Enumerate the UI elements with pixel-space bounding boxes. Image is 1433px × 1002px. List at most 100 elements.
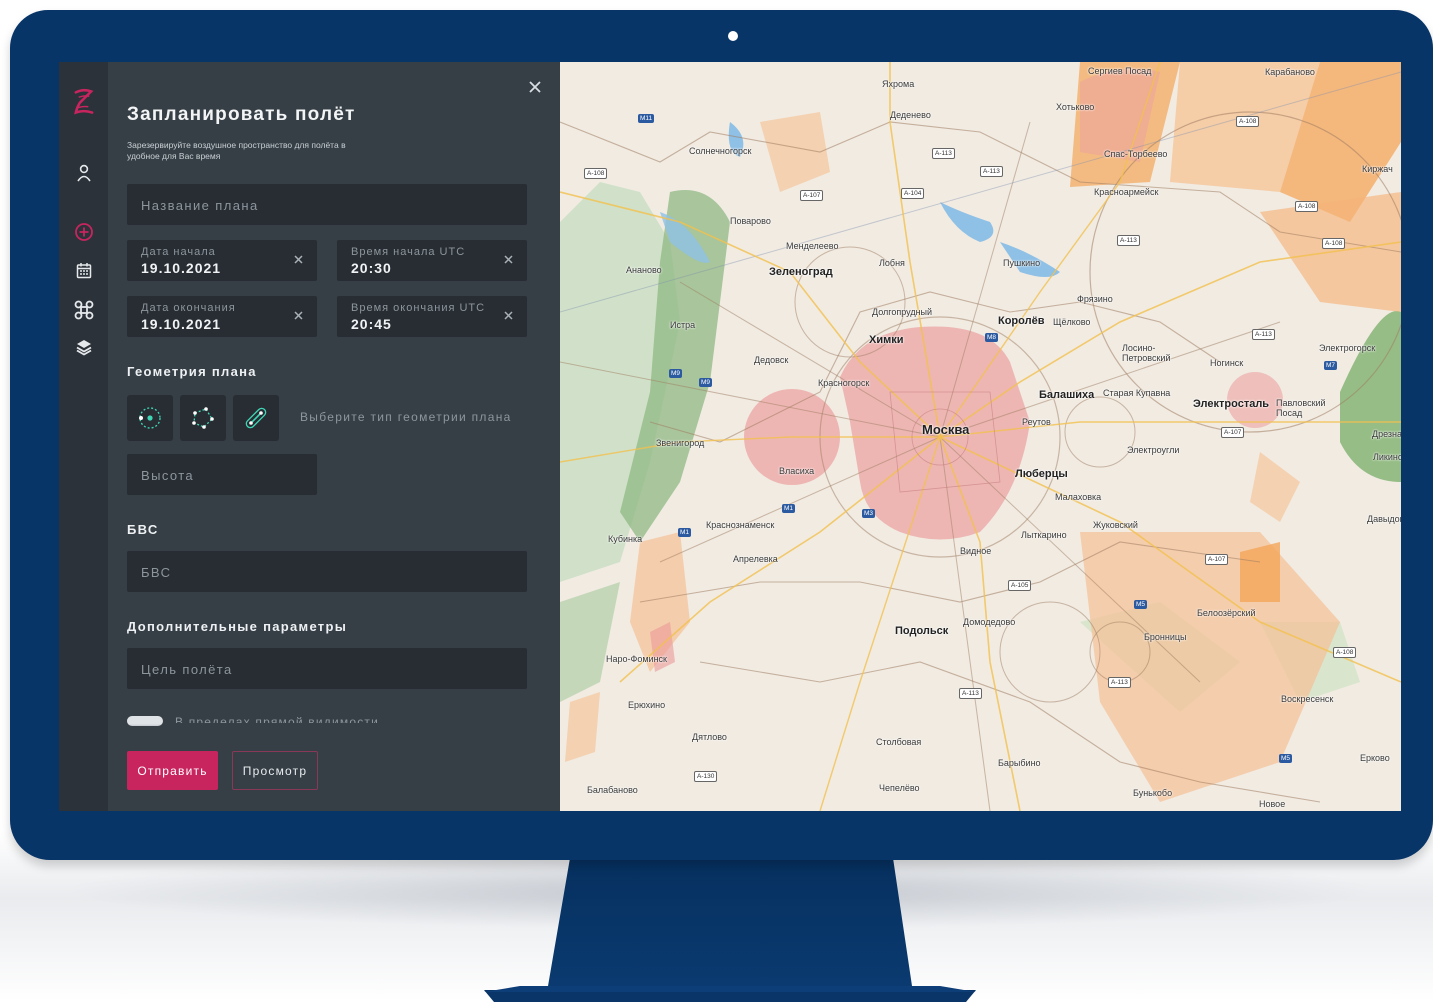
uav-select[interactable]: БВС	[127, 551, 527, 592]
city-label: Барыбино	[998, 758, 1041, 768]
city-label: Апрелевка	[733, 554, 778, 564]
start-date-field[interactable]: Дата начала 19.10.2021	[127, 240, 317, 281]
city-label: Долгопрудный	[872, 307, 933, 317]
city-label: Красногорск	[818, 378, 870, 388]
end-time-value: 20:45	[351, 316, 392, 332]
geometry-circle-button[interactable]	[127, 395, 173, 441]
city-label: Дрезна	[1372, 429, 1401, 439]
city-label: Киржач	[1362, 164, 1393, 174]
city-label: Реутов	[1022, 417, 1051, 427]
geometry-line-button[interactable]	[233, 395, 279, 441]
city-label: Новое	[1259, 799, 1286, 809]
city-label: Ерково	[1360, 753, 1390, 763]
clear-end-time-icon[interactable]	[502, 309, 515, 322]
user-icon[interactable]	[71, 160, 96, 185]
calendar-icon[interactable]	[71, 258, 96, 283]
road-badge: М5	[1134, 600, 1148, 609]
road-badge: А-113	[1108, 677, 1131, 688]
road-badge: М9	[669, 369, 683, 378]
z-logo-icon[interactable]	[71, 88, 96, 115]
road-badge: А-104	[901, 188, 925, 199]
scroll-fade	[108, 724, 560, 742]
end-time-label: Время окончания UTC	[351, 302, 486, 314]
city-label: Домодедово	[963, 617, 1016, 627]
layers-icon[interactable]	[71, 334, 96, 359]
plan-name-placeholder: Название плана	[141, 198, 259, 213]
city-label: Москва	[922, 422, 970, 437]
map-view[interactable]: Сергиев Посад Карабаново Яхрома Хотьково…	[560, 62, 1401, 811]
city-label: Жуковский	[1093, 520, 1138, 530]
road-badge: А-107	[1205, 554, 1229, 565]
clear-start-time-icon[interactable]	[502, 253, 515, 266]
camera-dot	[728, 31, 738, 41]
plan-flight-panel: Запланировать полёт Зарезервируйте возду…	[108, 62, 560, 811]
start-date-value: 19.10.2021	[141, 260, 222, 276]
city-label: Деденево	[890, 110, 931, 120]
city-label: Старая Купавна	[1103, 388, 1171, 398]
city-label: Подольск	[895, 625, 949, 637]
road-badge: А-105	[1008, 580, 1032, 591]
city-label: Дедовск	[754, 355, 789, 365]
city-label: Кубинка	[608, 534, 643, 544]
preview-button[interactable]: Просмотр	[232, 751, 318, 790]
city-label: Бунькобо	[1133, 788, 1173, 798]
geometry-polygon-button[interactable]	[180, 395, 226, 441]
road-badge: А-107	[1221, 427, 1245, 438]
city-label: Лобня	[879, 258, 905, 268]
city-label: Химки	[869, 334, 904, 346]
app-screen: Запланировать полёт Зарезервируйте возду…	[59, 62, 1401, 811]
city-label: Балашиха	[1039, 389, 1095, 401]
city-label: Малаховка	[1055, 492, 1102, 502]
city-label: Поварово	[730, 216, 771, 226]
city-label: Красноармейск	[1094, 187, 1159, 197]
city-label: Ананово	[626, 265, 662, 275]
city-label: Балабаново	[587, 785, 638, 795]
road-badge: М9	[699, 378, 713, 387]
road-badge: А-107	[800, 190, 824, 201]
city-label: Давыдово	[1367, 514, 1401, 524]
city-label: Ликино	[1373, 452, 1401, 462]
altitude-field[interactable]: Высота	[127, 454, 317, 495]
city-label: Щёлково	[1053, 317, 1091, 327]
city-label: Павловский Посад	[1276, 398, 1326, 418]
city-label: Королёв	[998, 315, 1045, 327]
flight-purpose-field[interactable]: Цель полёта	[127, 648, 527, 689]
city-label: Электрогорск	[1319, 343, 1376, 353]
start-time-field[interactable]: Время начала UTC 20:30	[337, 240, 527, 281]
clear-start-date-icon[interactable]	[292, 253, 305, 266]
road-badge: М3	[862, 509, 876, 518]
start-time-label: Время начала UTC	[351, 246, 466, 258]
road-badge: А-113	[932, 148, 955, 159]
side-rail	[59, 62, 108, 811]
start-date-label: Дата начала	[141, 246, 216, 258]
city-label: Хотьково	[1056, 102, 1095, 112]
uav-section-title: БВС	[127, 522, 159, 537]
road-badge: А-108	[1333, 647, 1357, 658]
road-badge: А-113	[1117, 235, 1140, 246]
road-badge: М1	[678, 528, 692, 537]
end-date-field[interactable]: Дата окончания 19.10.2021	[127, 296, 317, 337]
city-label: Бронницы	[1144, 632, 1187, 642]
city-label: Фрязино	[1077, 294, 1113, 304]
road-badge: М1	[782, 504, 796, 513]
road-badge: М7	[1324, 361, 1338, 370]
city-label: Сергиев Посад	[1088, 66, 1152, 76]
end-time-field[interactable]: Время окончания UTC 20:45	[337, 296, 527, 337]
plan-name-field[interactable]: Название плана	[127, 184, 527, 225]
clear-end-date-icon[interactable]	[292, 309, 305, 322]
city-label: Пушкино	[1003, 258, 1041, 268]
drone-icon[interactable]	[71, 297, 96, 322]
page-title: Запланировать полёт	[127, 104, 356, 125]
close-icon[interactable]	[526, 78, 544, 96]
road-badge: М5	[1279, 754, 1293, 763]
end-date-value: 19.10.2021	[141, 316, 222, 332]
add-plan-icon[interactable]	[71, 219, 96, 244]
city-label: Электроугли	[1127, 445, 1180, 455]
city-label: Спас-Торбеево	[1104, 149, 1168, 159]
road-badge: А-108	[1236, 116, 1260, 127]
city-label: Менделеево	[786, 241, 839, 251]
city-label: Люберцы	[1015, 468, 1068, 480]
send-button[interactable]: Отправить	[127, 751, 218, 790]
road-badge: А-108	[584, 168, 608, 179]
road-badge: А-113	[1252, 329, 1275, 340]
